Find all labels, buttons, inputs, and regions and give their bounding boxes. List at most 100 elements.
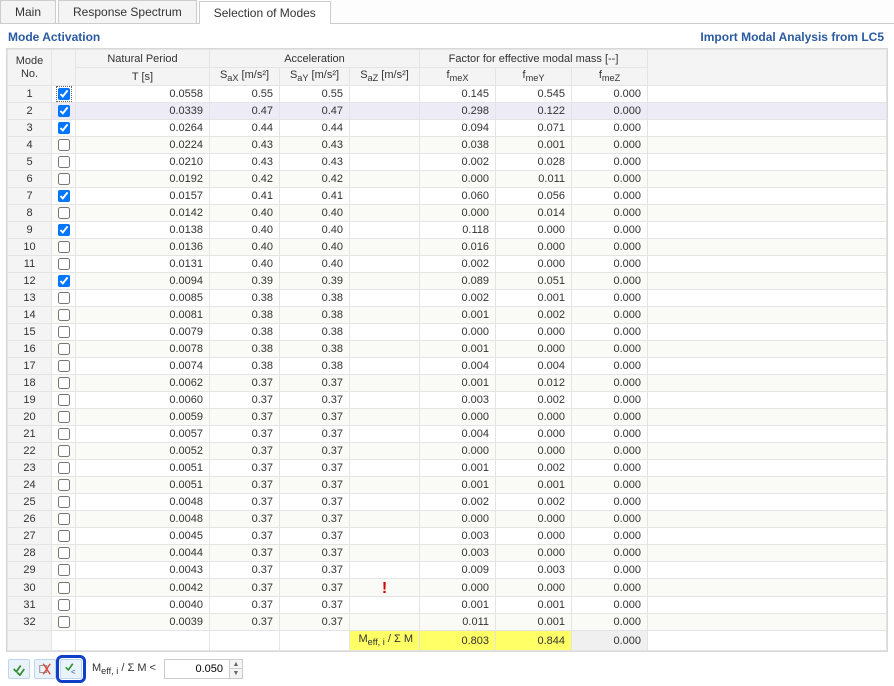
tab-selection-of-modes[interactable]: Selection of Modes (199, 1, 331, 24)
mode-no: 31 (8, 597, 52, 614)
mode-checkbox[interactable] (58, 207, 70, 219)
table-row[interactable]: 40.02240.430.430.0380.0010.000 (8, 137, 887, 154)
fmey-cell: 0.002 (496, 460, 572, 477)
mode-checkbox[interactable] (58, 241, 70, 253)
table-row[interactable]: 160.00780.380.380.0010.0000.000 (8, 341, 887, 358)
criteria-input[interactable] (165, 660, 229, 678)
mode-checkbox[interactable] (58, 445, 70, 457)
table-row[interactable]: 50.02100.430.430.0020.0280.000 (8, 154, 887, 171)
table-row[interactable]: 210.00570.370.370.0040.0000.000 (8, 426, 887, 443)
table-row[interactable]: 290.00430.370.370.0090.0030.000 (8, 562, 887, 579)
mode-checkbox[interactable] (58, 547, 70, 559)
table-row[interactable]: 120.00940.390.390.0890.0510.000 (8, 273, 887, 290)
table-row[interactable]: 140.00810.380.380.0010.0020.000 (8, 307, 887, 324)
mode-checkbox[interactable] (58, 292, 70, 304)
table-row[interactable]: 300.00420.370.37!0.0000.0000.000 (8, 579, 887, 597)
mode-checkbox[interactable] (58, 190, 70, 202)
mode-checkbox[interactable] (58, 496, 70, 508)
mode-checkbox[interactable] (58, 258, 70, 270)
table-row[interactable]: 170.00740.380.380.0040.0040.000 (8, 358, 887, 375)
saz-cell (350, 477, 420, 494)
table-row[interactable]: 200.00590.370.370.0000.0000.000 (8, 409, 887, 426)
import-link[interactable]: Import Modal Analysis from LC5 (700, 30, 884, 44)
mode-checkbox[interactable] (58, 275, 70, 287)
col-say: SaY [m/s²] (280, 68, 350, 86)
mode-checkbox[interactable] (58, 394, 70, 406)
saz-cell (350, 358, 420, 375)
mode-checkbox[interactable] (58, 360, 70, 372)
col-period-group: Natural Period (76, 50, 210, 68)
mode-checkbox[interactable] (58, 156, 70, 168)
period-cell: 0.0044 (76, 545, 210, 562)
tab-response-spectrum[interactable]: Response Spectrum (58, 0, 197, 23)
summary-fmez: 0.000 (572, 631, 648, 651)
fmex-cell: 0.001 (420, 341, 496, 358)
table-row[interactable]: 270.00450.370.370.0030.0000.000 (8, 528, 887, 545)
table-row[interactable]: 70.01570.410.410.0600.0560.000 (8, 188, 887, 205)
period-cell: 0.0060 (76, 392, 210, 409)
table-row[interactable]: 260.00480.370.370.0000.0000.000 (8, 511, 887, 528)
table-row[interactable]: 310.00400.370.370.0010.0010.000 (8, 597, 887, 614)
table-row[interactable]: 220.00520.370.370.0000.0000.000 (8, 443, 887, 460)
mode-checkbox[interactable] (58, 462, 70, 474)
fmez-cell: 0.000 (572, 562, 648, 579)
table-row[interactable]: 10.05580.550.550.1450.5450.000 (8, 86, 887, 103)
select-all-button[interactable] (8, 659, 30, 679)
table-row[interactable]: 20.03390.470.470.2980.1220.000 (8, 103, 887, 120)
table-row[interactable]: 230.00510.370.370.0010.0020.000 (8, 460, 887, 477)
mode-checkbox[interactable] (58, 530, 70, 542)
table-row[interactable]: 150.00790.380.380.0000.0000.000 (8, 324, 887, 341)
fmex-cell: 0.000 (420, 511, 496, 528)
table-row[interactable]: 180.00620.370.370.0010.0120.000 (8, 375, 887, 392)
mode-checkbox[interactable] (58, 122, 70, 134)
fmez-cell: 0.000 (572, 222, 648, 239)
table-row[interactable]: 130.00850.380.380.0020.0010.000 (8, 290, 887, 307)
mode-checkbox[interactable] (58, 428, 70, 440)
sax-cell: 0.37 (210, 426, 280, 443)
tab-main[interactable]: Main (0, 0, 56, 23)
mode-checkbox[interactable] (58, 224, 70, 236)
table-row[interactable]: 190.00600.370.370.0030.0020.000 (8, 392, 887, 409)
mode-checkbox[interactable] (58, 513, 70, 525)
mode-checkbox[interactable] (58, 105, 70, 117)
mode-checkbox[interactable] (58, 582, 70, 594)
spin-down-icon[interactable]: ▼ (230, 669, 242, 678)
table-row[interactable]: 320.00390.370.370.0110.0010.000 (8, 614, 887, 631)
sax-cell: 0.37 (210, 511, 280, 528)
table-row[interactable]: 280.00440.370.370.0030.0000.000 (8, 545, 887, 562)
mode-no: 3 (8, 120, 52, 137)
mode-checkbox[interactable] (58, 139, 70, 151)
fmez-cell: 0.000 (572, 137, 648, 154)
mode-checkbox[interactable] (58, 173, 70, 185)
say-cell: 0.38 (280, 290, 350, 307)
table-row[interactable]: 80.01420.400.400.0000.0140.000 (8, 205, 887, 222)
mode-checkbox[interactable] (58, 326, 70, 338)
mode-checkbox[interactable] (58, 309, 70, 321)
criteria-spinner[interactable]: ▲ ▼ (164, 659, 243, 679)
mode-checkbox[interactable] (58, 564, 70, 576)
mode-checkbox[interactable] (58, 616, 70, 628)
mode-checkbox[interactable] (58, 343, 70, 355)
table-row[interactable]: 240.00510.370.370.0010.0010.000 (8, 477, 887, 494)
spin-up-icon[interactable]: ▲ (230, 660, 242, 669)
table-row[interactable]: 250.00480.370.370.0020.0020.000 (8, 494, 887, 511)
mode-checkbox[interactable] (58, 599, 70, 611)
table-row[interactable]: 100.01360.400.400.0160.0000.000 (8, 239, 887, 256)
select-by-criteria-button[interactable]: < (60, 659, 82, 679)
mode-checkbox[interactable] (58, 377, 70, 389)
say-cell: 0.37 (280, 477, 350, 494)
table-row[interactable]: 30.02640.440.440.0940.0710.000 (8, 120, 887, 137)
period-cell: 0.0062 (76, 375, 210, 392)
table-row[interactable]: 60.01920.420.420.0000.0110.000 (8, 171, 887, 188)
fmex-cell: 0.089 (420, 273, 496, 290)
mode-no: 15 (8, 324, 52, 341)
table-row[interactable]: 110.01310.400.400.0020.0000.000 (8, 256, 887, 273)
mode-checkbox[interactable] (58, 479, 70, 491)
mode-checkbox[interactable] (58, 411, 70, 423)
fmex-cell: 0.118 (420, 222, 496, 239)
fmex-cell: 0.000 (420, 205, 496, 222)
mode-checkbox[interactable] (58, 88, 70, 100)
deselect-all-button[interactable] (34, 659, 56, 679)
sax-cell: 0.42 (210, 171, 280, 188)
table-row[interactable]: 90.01380.400.400.1180.0000.000 (8, 222, 887, 239)
